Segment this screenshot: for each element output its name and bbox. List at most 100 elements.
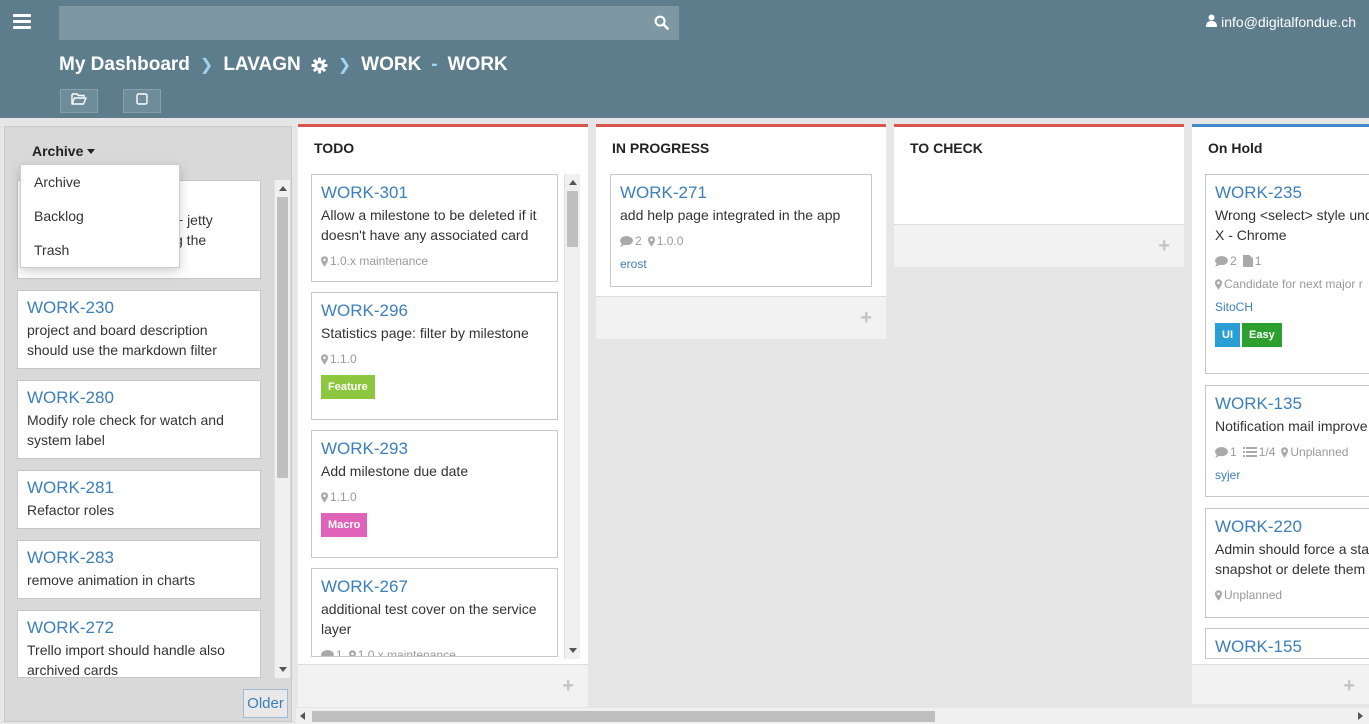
archive-card[interactable]: WORK-281 Refactor roles <box>17 470 261 529</box>
column-in-progress: IN PROGRESS WORK-271 add help page integ… <box>596 124 886 339</box>
card-text: Notification mail improve <box>1215 418 1368 434</box>
map-marker-icon <box>321 353 328 365</box>
breadcrumb: My Dashboard ❯ LAVAGN ❯ WORK - WORK <box>59 54 508 76</box>
add-card-button[interactable]: + <box>596 296 886 339</box>
scroll-down-icon[interactable] <box>569 648 577 653</box>
scroll-left-icon[interactable] <box>300 712 305 720</box>
card-comments-count: 2 <box>1230 254 1237 268</box>
card-comments-count: 2 <box>635 234 642 248</box>
card-id-link[interactable]: WORK-293 <box>321 439 548 459</box>
card-tasks-count: 1/4 <box>1258 445 1276 459</box>
archive-card[interactable]: WORK-230 project and board description s… <box>17 290 261 369</box>
archive-card[interactable]: WORK-272 Trello import should handle als… <box>17 610 261 678</box>
task-card[interactable]: WORK-155 <box>1205 628 1369 659</box>
scroll-right-icon[interactable] <box>1358 712 1363 720</box>
card-id-link[interactable]: WORK-267 <box>321 577 548 597</box>
task-card[interactable]: WORK-235 Wrong <select> style und X - Ch… <box>1205 174 1369 374</box>
scroll-thumb[interactable] <box>567 191 578 247</box>
label-badge[interactable]: Feature <box>321 375 375 399</box>
column-title: On Hold <box>1208 140 1263 156</box>
folder-open-icon <box>71 92 87 110</box>
card-milestone: 1.0.x maintenance <box>357 648 456 657</box>
archive-card[interactable]: WORK-283 remove animation in charts <box>17 540 261 599</box>
card-milestone: Candidate for next major r <box>1224 277 1363 291</box>
file-icon <box>1242 255 1253 267</box>
add-card-button[interactable]: + <box>894 224 1184 267</box>
card-milestone: Unplanned <box>1290 445 1349 459</box>
card-id-link[interactable]: WORK-135 <box>1215 394 1369 414</box>
card-text: Trello import should handle also archive… <box>27 642 225 678</box>
card-comments-count: 1 <box>336 648 343 657</box>
task-card[interactable]: WORK-135 Notification mail improve 1 1/4 U… <box>1205 385 1369 497</box>
archive-scrollbar[interactable] <box>274 180 290 678</box>
plus-icon: + <box>860 306 872 329</box>
label-badge[interactable]: Macro <box>321 513 368 537</box>
scroll-up-icon[interactable] <box>279 186 287 191</box>
chevron-right-icon: ❯ <box>337 57 352 74</box>
label-badge[interactable]: Easy <box>1242 323 1282 347</box>
menu-item-archive[interactable]: Archive <box>21 165 179 199</box>
card-id-link[interactable]: WORK-280 <box>27 388 251 408</box>
map-marker-icon <box>321 255 328 267</box>
card-assignee[interactable]: syjer <box>1215 468 1369 482</box>
search-input[interactable] <box>59 6 639 40</box>
menu-item-trash[interactable]: Trash <box>21 233 179 267</box>
column-title: TODO <box>314 140 355 156</box>
card-text: remove animation in charts <box>27 572 196 588</box>
scroll-down-icon[interactable] <box>279 667 287 672</box>
add-card-button[interactable]: + <box>1192 664 1369 704</box>
chevron-right-icon: ❯ <box>199 57 214 74</box>
card-id-link[interactable]: WORK-283 <box>27 548 251 568</box>
task-card[interactable]: WORK-301 Allow a milestone to be deleted… <box>311 174 558 282</box>
square-icon <box>136 92 148 110</box>
menu-icon[interactable] <box>13 14 31 30</box>
card-assignee[interactable]: erost <box>620 257 862 271</box>
breadcrumb-project[interactable]: LAVAGN <box>223 54 300 76</box>
task-card[interactable]: WORK-267 additional test cover on the se… <box>311 568 558 657</box>
card-text: Refactor roles <box>27 502 115 518</box>
add-card-button[interactable]: + <box>298 664 588 707</box>
card-assignee[interactable]: SitoCH <box>1215 300 1369 314</box>
board-horizontal-scrollbar[interactable] <box>296 708 1369 724</box>
card-id-link[interactable]: WORK-281 <box>27 478 251 498</box>
task-card[interactable]: WORK-271 add help page integrated in the… <box>610 174 872 287</box>
card-text: Allow a milestone to be deleted if it do… <box>321 207 537 243</box>
breadcrumb-dashboard[interactable]: My Dashboard <box>59 54 190 76</box>
toggle-sidebar-button[interactable] <box>60 89 98 113</box>
search-icon[interactable] <box>654 15 669 35</box>
card-text: X - Chrome <box>1215 227 1287 243</box>
card-id-link[interactable]: WORK-220 <box>1215 517 1369 537</box>
scroll-thumb[interactable] <box>312 711 935 722</box>
task-card[interactable]: WORK-220 Admin should force a sta snapsh… <box>1205 508 1369 618</box>
card-text: Wrong <select> style und <box>1215 207 1369 223</box>
select-all-button[interactable] <box>123 89 161 113</box>
older-button[interactable]: Older <box>243 689 288 718</box>
card-text: snapshot or delete them <box>1215 561 1366 577</box>
breadcrumb-board-short[interactable]: WORK <box>361 54 421 76</box>
task-card[interactable]: WORK-296 Statistics page: filter by mile… <box>311 292 558 420</box>
task-card[interactable]: WORK-293 Add milestone due date 1.1.0 Ma… <box>311 430 558 558</box>
archive-dropdown-toggle[interactable]: Archive <box>32 143 96 159</box>
card-comments-count: 1 <box>1230 445 1237 459</box>
card-id-link[interactable]: WORK-301 <box>321 183 548 203</box>
label-badge[interactable]: UI <box>1215 323 1240 347</box>
card-milestone: 1.1.0 <box>330 490 357 504</box>
card-id-link[interactable]: WORK-271 <box>620 183 862 203</box>
comment-icon <box>1215 255 1228 267</box>
gear-icon[interactable] <box>311 57 328 74</box>
scroll-up-icon[interactable] <box>569 180 577 185</box>
card-milestone: 1.0.0 <box>656 234 684 248</box>
breadcrumb-dash: - <box>431 54 438 75</box>
card-id-link[interactable]: WORK-235 <box>1215 183 1369 203</box>
scroll-thumb[interactable] <box>277 197 288 478</box>
card-id-link[interactable]: WORK-272 <box>27 618 251 638</box>
card-id-link[interactable]: WORK-155 <box>1215 637 1369 657</box>
menu-item-backlog[interactable]: Backlog <box>21 199 179 233</box>
column-scrollbar[interactable] <box>564 174 580 659</box>
archive-card[interactable]: WORK-280 Modify role check for watch and… <box>17 380 261 459</box>
card-id-link[interactable]: WORK-230 <box>27 298 251 318</box>
card-text: Statistics page: filter by milestone <box>321 325 529 341</box>
card-text: project and board description should use… <box>27 322 217 358</box>
user-menu[interactable]: info@digitalfondue.ch <box>1206 14 1356 30</box>
card-id-link[interactable]: WORK-296 <box>321 301 548 321</box>
